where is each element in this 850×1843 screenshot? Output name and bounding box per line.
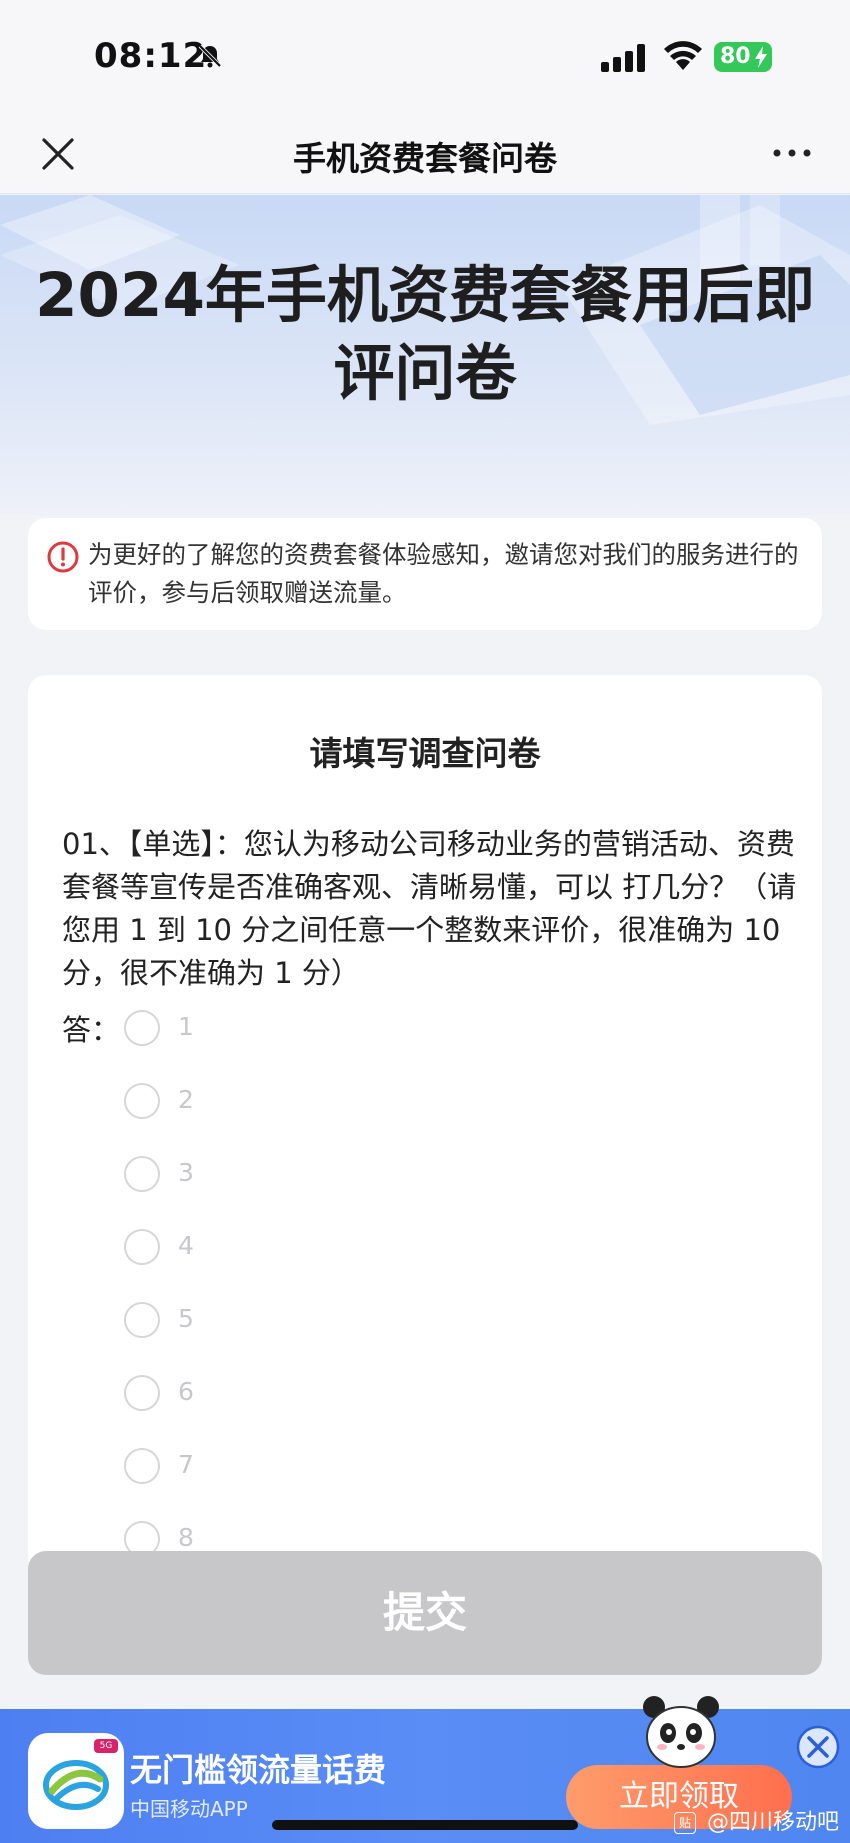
- battery-indicator: 80: [714, 42, 772, 72]
- radio-button[interactable]: [124, 1302, 160, 1338]
- radio-button[interactable]: [124, 1448, 160, 1484]
- more-icon[interactable]: [770, 138, 814, 168]
- option-label: 1: [178, 1012, 194, 1041]
- close-icon[interactable]: [795, 1724, 841, 1770]
- wifi-icon: [664, 41, 702, 70]
- option-label: 8: [178, 1523, 194, 1552]
- option-1[interactable]: 1: [124, 1010, 324, 1050]
- hero-banner: 2024年手机资费套餐用后即评问卷: [0, 195, 850, 515]
- status-time: 08:12: [94, 36, 208, 76]
- hero-title: 2024年手机资费套餐用后即评问卷: [35, 260, 815, 409]
- 5g-badge: 5G: [94, 1739, 118, 1753]
- option-6[interactable]: 6: [124, 1375, 324, 1415]
- radio-button[interactable]: [124, 1010, 160, 1046]
- option-4[interactable]: 4: [124, 1229, 324, 1269]
- panda-mascot-icon: [643, 1696, 719, 1768]
- page-title: 手机资费套餐问卷: [293, 139, 557, 178]
- option-3[interactable]: 3: [124, 1156, 324, 1196]
- watermark-text: @四川移动吧: [707, 1810, 840, 1835]
- option-7[interactable]: 7: [124, 1448, 324, 1488]
- submit-button[interactable]: 提交: [28, 1551, 822, 1675]
- alert-circle-icon: [47, 541, 79, 573]
- option-label: 3: [178, 1158, 194, 1187]
- banner-subtitle: 中国移动APP: [130, 1797, 248, 1821]
- notice-card: 为更好的了解您的资费套餐体验感知，邀请您对我们的服务进行的评价，参与后领取赠送流…: [28, 518, 822, 630]
- watermark-badge: 贴: [674, 1812, 696, 1834]
- radio-button[interactable]: [124, 1156, 160, 1192]
- notice-text: 为更好的了解您的资费套餐体验感知，邀请您对我们的服务进行的评价，参与后领取赠送流…: [88, 540, 799, 607]
- radio-button[interactable]: [124, 1229, 160, 1265]
- status-bar: 08:12 80: [0, 0, 850, 118]
- radio-button[interactable]: [124, 1375, 160, 1411]
- answer-label: 答：: [62, 1013, 121, 1047]
- china-mobile-logo: 5G: [28, 1733, 124, 1829]
- charging-bolt-icon: [755, 46, 767, 68]
- option-label: 2: [178, 1085, 194, 1114]
- survey-title: 请填写调查问卷: [309, 734, 541, 773]
- battery-level: 80: [720, 44, 751, 69]
- home-indicator: [272, 1820, 578, 1830]
- nav-bar: 手机资费套餐问卷: [0, 118, 850, 194]
- banner-title: 无门槛领流量话费: [130, 1751, 387, 1789]
- radio-button[interactable]: [124, 1083, 160, 1119]
- question-text: 01、【单选】：您认为移动公司移动业务的营销活动、资费套餐等宣传是否准确客观、清…: [62, 827, 797, 990]
- option-2[interactable]: 2: [124, 1083, 324, 1123]
- bell-slash-icon: [198, 44, 222, 68]
- option-label: 7: [178, 1450, 194, 1479]
- option-label: 5: [178, 1304, 194, 1333]
- signal-icon: [601, 44, 645, 72]
- option-label: 6: [178, 1377, 194, 1406]
- option-label: 4: [178, 1231, 194, 1260]
- survey-card: 请填写调查问卷 01、【单选】：您认为移动公司移动业务的营销活动、资费套餐等宣传…: [28, 675, 822, 1575]
- watermark: 贴 @四川移动吧: [674, 1804, 839, 1836]
- option-5[interactable]: 5: [124, 1302, 324, 1342]
